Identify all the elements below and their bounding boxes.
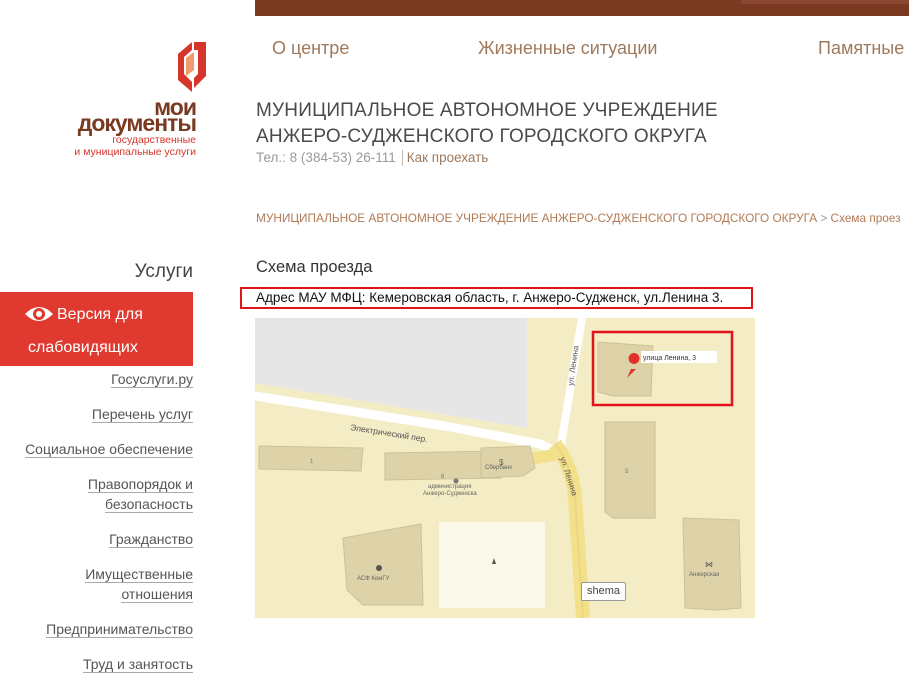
- nav-item-about[interactable]: О центре: [272, 38, 349, 59]
- sidebar-link-gosuslugi[interactable]: Госуслуги.ру: [111, 369, 193, 389]
- map-schema-button-label: shema: [587, 585, 621, 597]
- sidebar-heading: Услуги: [134, 261, 193, 282]
- map-admin-label-1: администрация: [428, 484, 471, 490]
- map-admin-label-2: Анжеро-Судженска: [423, 491, 477, 497]
- sidebar-link-employment[interactable]: Труд и занятость: [83, 654, 193, 674]
- top-banner-slot: [741, 0, 909, 4]
- contact-line: Тел.: 8 (384-53) 26-111 Как проехать: [256, 150, 489, 167]
- logo-word-documents: документы: [77, 110, 197, 136]
- map-building-5: [604, 421, 656, 519]
- sidebar-link-law-order[interactable]: Правопорядок и безопасность: [87, 474, 193, 514]
- top-banner-strip: [255, 0, 909, 16]
- sidebar-link-business[interactable]: Предпринимательство: [46, 619, 193, 639]
- map-canvas: Электрический пер. ул. Ленина ул. Ленина…: [255, 318, 742, 618]
- map-building-bank: [480, 445, 536, 479]
- logo-mark-icon: [178, 42, 206, 92]
- eye-icon: [25, 307, 53, 321]
- sidebar-link-services-list[interactable]: Перечень услуг: [91, 404, 193, 424]
- breadcrumb-separator: >: [820, 211, 828, 225]
- sidebar-link-citizenship[interactable]: Гражданство: [109, 529, 193, 549]
- logo-subtitle-2: и муниципальные услуги: [74, 146, 196, 158]
- nav-item-life-situations[interactable]: Жизненные ситуации: [478, 38, 657, 59]
- map-grey-area: [255, 318, 527, 428]
- map-building-asf: [342, 523, 424, 606]
- map-building-marker: [597, 341, 654, 397]
- map-admin-poi-icon: [453, 478, 459, 484]
- breadcrumb-parent-link[interactable]: МУНИЦИПАЛЬНОЕ АВТОНОМНОЕ УЧРЕЖДЕНИЕ АНЖЕ…: [256, 211, 817, 225]
- org-title: МУНИЦИПАЛЬНОЕ АВТОНОМНОЕ УЧРЕЖДЕНИЕ АНЖЕ…: [256, 98, 718, 150]
- org-title-line-1: МУНИЦИПАЛЬНОЕ АВТОНОМНОЕ УЧРЕЖДЕНИЕ: [256, 100, 718, 121]
- map-marker-label: улица Ленина, 3: [643, 355, 696, 362]
- logo[interactable]: мои документы государственные и муниципа…: [56, 38, 206, 158]
- map-bank-poi-icon: $: [499, 458, 504, 467]
- address-text: Адрес МАУ МФЦ: Кемеровская область, г. А…: [256, 290, 724, 305]
- org-title-line-2: АНЖЕРО-СУДЖЕНСКОГО ГОРОДСКОГО ОКРУГА: [256, 126, 707, 147]
- nav-item-memos[interactable]: Памятные: [818, 38, 904, 59]
- map-schema-button[interactable]: shema: [581, 582, 627, 601]
- visually-impaired-label-2: слабовидящих: [28, 339, 138, 356]
- map-asf-label: АСФ КемГУ: [357, 576, 390, 582]
- visually-impaired-button[interactable]: Версия для слабовидящих: [0, 292, 193, 366]
- logo-subtitle-1: государственные: [112, 134, 196, 146]
- visually-impaired-label-1: Версия для: [57, 306, 143, 323]
- page-title: Схема проезда: [256, 258, 373, 276]
- phone-number: Тел.: 8 (384-53) 26-111: [256, 150, 396, 165]
- divider: [401, 150, 403, 167]
- breadcrumb: МУНИЦИПАЛЬНОЕ АВТОНОМНОЕ УЧРЕЖДЕНИЕ АНЖЕ…: [256, 211, 901, 225]
- breadcrumb-current-link[interactable]: Схема проез: [831, 211, 901, 225]
- route-map[interactable]: Электрический пер. ул. Ленина ул. Ленина…: [255, 318, 755, 618]
- map-anzherskaya-poi-icon: ⋈: [705, 560, 713, 569]
- route-link[interactable]: Как проехать: [407, 150, 489, 165]
- sidebar-link-property[interactable]: Имущественные отношения: [85, 564, 193, 604]
- map-anzherskaya-label: Анжерская: [689, 572, 719, 578]
- map-street-lenina-top-label: ул. Ленина: [566, 344, 581, 386]
- sidebar-link-social[interactable]: Социальное обеспечение: [25, 439, 193, 459]
- map-open-area: [439, 522, 545, 608]
- map-asf-poi-icon: [376, 565, 382, 571]
